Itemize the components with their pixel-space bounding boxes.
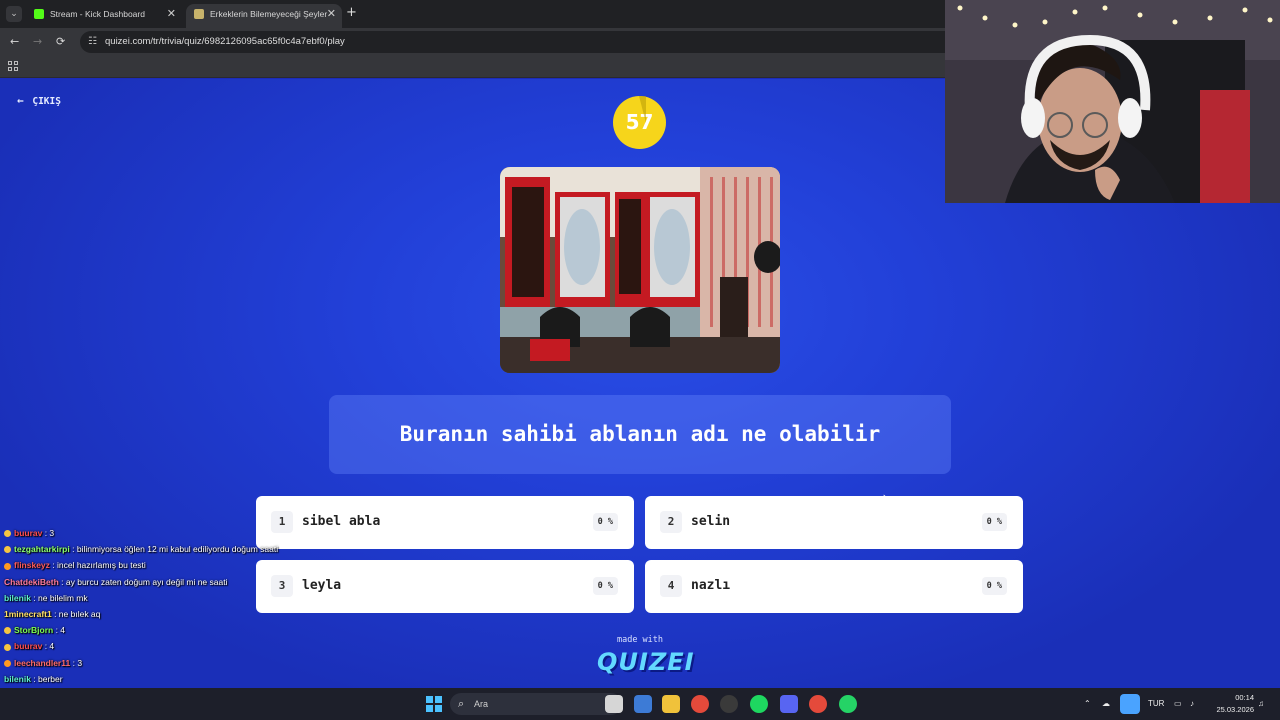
clock-date: 25.03.2026: [1216, 705, 1254, 714]
back-button[interactable]: ←: [10, 35, 19, 49]
file-explorer-icon[interactable]: [662, 695, 680, 713]
quiz-favicon-icon: [194, 9, 204, 19]
chat-text: : 4: [42, 641, 55, 652]
chat-username[interactable]: buurav: [14, 528, 42, 538]
obs-icon[interactable]: [720, 695, 738, 713]
whatsapp-icon[interactable]: [839, 695, 857, 713]
volume-icon[interactable]: ♪: [1190, 697, 1194, 711]
chat-text: : 3: [42, 528, 55, 538]
timer-progress-slice: [639, 96, 646, 123]
forward-button[interactable]: →: [33, 35, 42, 49]
chat-badge-icon: [4, 546, 11, 554]
url-text[interactable]: quizei.com/tr/trivia/quiz/6982126095ac65…: [105, 35, 345, 49]
close-icon[interactable]: ✕: [167, 4, 176, 24]
chat-message: buurav : 4: [4, 638, 324, 654]
reload-button[interactable]: ⟳: [56, 35, 65, 49]
exit-label: ÇIKIŞ: [32, 96, 61, 107]
microphone-icon[interactable]: [1120, 694, 1140, 714]
chat-text: : ne bılek aq: [51, 608, 101, 619]
search-placeholder: Ara: [474, 699, 489, 709]
spotify-icon[interactable]: [750, 695, 768, 713]
chat-text: : berber: [30, 673, 63, 684]
answer-option-4[interactable]: 4 nazlı 0 %: [645, 560, 1023, 613]
countdown-timer: 57: [613, 96, 666, 149]
made-with-label: made with: [616, 635, 664, 645]
clock-time: 00:14: [1235, 693, 1254, 702]
tab-kick-dashboard[interactable]: Stream - Kick Dashboard ✕: [26, 4, 182, 28]
network-icon[interactable]: ▭: [1174, 697, 1182, 711]
answer-percent: 0 %: [592, 513, 618, 531]
discord-icon[interactable]: [780, 695, 798, 713]
chat-message: leechandler11 : 3: [4, 655, 324, 671]
question-panel: Buranın sahibi ablanın adı ne olabilir: [329, 395, 951, 474]
site-info-icon[interactable]: ☷: [88, 35, 97, 49]
kick-favicon-icon: [34, 9, 44, 19]
chat-badge-icon: [4, 562, 11, 570]
answer-text: nazlı: [691, 578, 731, 593]
answer-percent: 0 %: [981, 577, 1007, 595]
streamer-webcam-illustration: [945, 0, 1280, 203]
chat-message: flinskeyz : incel hazırlamış bu testi: [4, 557, 324, 573]
language-indicator[interactable]: TUR: [1148, 697, 1164, 711]
tray-chevron-up-icon[interactable]: ⌃: [1084, 697, 1091, 711]
notification-bell-icon[interactable]: ♫: [1258, 697, 1264, 711]
chat-message: buurav : 3: [4, 525, 324, 541]
chat-text: : 3: [70, 657, 83, 668]
taskbar-search[interactable]: ⌕ Ara: [450, 693, 622, 715]
chat-message: bilenik : berber: [4, 671, 324, 687]
clock[interactable]: 00:14 25.03.2026: [1214, 692, 1254, 716]
chat-username[interactable]: StorBjorn: [14, 625, 53, 635]
cloud-icon[interactable]: ☁: [1102, 697, 1110, 711]
close-icon[interactable]: ✕: [327, 4, 336, 24]
arrow-left-icon: ←: [17, 94, 24, 107]
chat-badge-icon: [4, 659, 11, 667]
windows-start-icon[interactable]: [426, 696, 442, 712]
chat-username[interactable]: tezgahtarkirpi: [14, 544, 70, 554]
chat-username[interactable]: leechandler11: [14, 658, 70, 668]
chat-text: : ne bilelim mk: [30, 592, 88, 603]
chat-message: bilenik : ne bilelim mk: [4, 590, 324, 606]
new-tab-button[interactable]: +: [346, 5, 357, 21]
chat-message: ChatdekiBeth : ay burcu zaten doğum ayı …: [4, 574, 324, 590]
tab-title: Stream - Kick Dashboard: [50, 9, 145, 19]
webcam-overlay: [945, 0, 1280, 203]
chat-username[interactable]: 1minecraft1: [4, 609, 52, 619]
quizei-logo[interactable]: QUIZEI: [597, 645, 694, 679]
exit-button[interactable]: ← ÇIKIŞ: [17, 95, 61, 108]
store-icon[interactable]: [634, 695, 652, 713]
chat-username[interactable]: flinskeyz: [14, 560, 50, 570]
answer-percent: 0 %: [592, 577, 618, 595]
answer-option-2[interactable]: 2 selin 0 %: [645, 496, 1023, 549]
search-icon: ⌕: [458, 697, 465, 710]
chat-badge-icon: [4, 643, 11, 651]
question-text: Buranın sahibi ablanın adı ne olabilir: [399, 422, 881, 446]
apps-grid-icon[interactable]: [8, 61, 18, 71]
chat-username[interactable]: bilenik: [4, 593, 31, 603]
salon-photo-illustration: [500, 167, 780, 373]
tab-title: Erkeklerin Bilemeyeceği Şeyler: [210, 9, 328, 19]
answer-number: 4: [660, 575, 682, 597]
chat-username[interactable]: ChatdekiBeth: [4, 577, 59, 587]
chat-badge-icon: [4, 530, 11, 538]
chat-text: : incel hazırlamış bu testi: [49, 560, 146, 571]
chrome-active-icon[interactable]: [809, 695, 827, 713]
chat-message: tezgahtarkirpi : bilinmiyorsa öğlen 12 m…: [4, 541, 324, 557]
windows-taskbar: ⌕ Ara ⌃ ☁ TUR ▭ ♪ 00:14 25.03.2026 ♫: [0, 688, 1280, 720]
chat-username[interactable]: buurav: [14, 641, 42, 651]
chat-username[interactable]: bilenik: [4, 674, 31, 684]
tab-search-dropdown[interactable]: ⌄: [6, 6, 22, 22]
chat-message: 1minecraft1 : ne bılek aq: [4, 606, 324, 622]
chat-text: : bilinmiyorsa öğlen 12 mi kabul ediliyo…: [69, 544, 279, 555]
chat-text: : 4: [53, 625, 66, 636]
chat-message: StorBjorn : 4: [4, 622, 324, 638]
answer-text: selin: [691, 514, 731, 529]
tab-quiz[interactable]: Erkeklerin Bilemeyeceği Şeyler ✕: [186, 4, 342, 28]
question-image: [500, 167, 780, 373]
chat-badge-icon: [4, 627, 11, 635]
chat-text: : ay burcu zaten doğum ayı değil mi ne s…: [58, 576, 228, 587]
answer-percent: 0 %: [981, 513, 1007, 531]
chrome-icon[interactable]: [691, 695, 709, 713]
answer-number: 2: [660, 511, 682, 533]
task-view-icon[interactable]: [605, 695, 623, 713]
